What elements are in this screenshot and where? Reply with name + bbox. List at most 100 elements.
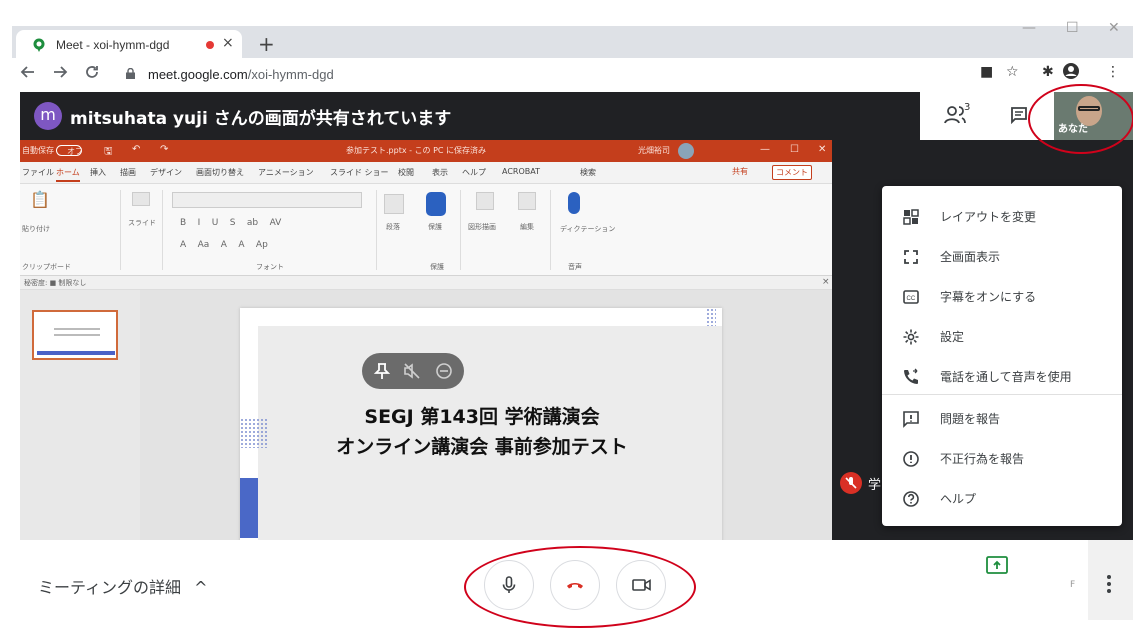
ppt-sensitivity-bar: 秘密度: ■ 制限なし × <box>20 276 832 290</box>
slide-dot-pattern <box>240 418 268 448</box>
menu-item-settings[interactable]: 設定 <box>882 318 1122 358</box>
ppt-undo-icon: ↶ <box>132 144 141 155</box>
chrome-menu-icon[interactable]: ⋮ <box>1106 64 1120 80</box>
menu-item-label: 設定 <box>940 330 965 344</box>
presenter-avatar: m <box>34 102 62 130</box>
menu-item-change-layout[interactable]: レイアウトを変更 <box>882 198 1122 238</box>
menu-item-report-abuse[interactable]: 不正行為を報告 <box>882 440 1122 480</box>
ppt-ribbon-tabs: ファイル ホーム 挿入 描画 デザイン 画面切り替え アニメーション スライド … <box>20 162 832 184</box>
mute-presenter-icon[interactable] <box>402 361 422 381</box>
screen: Meet - xoi-hymm-dgd × + — ☐ ✕ meet.googl… <box>0 0 1133 630</box>
new-tab-button[interactable]: + <box>258 32 275 56</box>
ppt-tab: ファイル <box>22 168 54 177</box>
presentation-banner: m mitsuhata yuji さんの画面が共有されています <box>20 92 922 140</box>
menu-item-label: 全画面表示 <box>940 250 1001 264</box>
reload-icon[interactable] <box>84 64 100 80</box>
ppt-drawing-label: 図形描画 <box>468 223 496 231</box>
browser-tab[interactable]: Meet - xoi-hymm-dgd × <box>16 30 242 60</box>
star-icon[interactable]: ☆ <box>1006 64 1019 80</box>
participant-tile-label: 学 <box>868 478 882 493</box>
ppt-minimize-icon: — <box>760 144 770 155</box>
menu-item-label: 不正行為を報告 <box>940 452 1025 466</box>
ppt-protect-label: 保護 <box>428 223 442 231</box>
ppt-paste-icon: 📋 <box>30 190 50 209</box>
ppt-tab: アニメーション <box>258 168 314 177</box>
menu-item-help[interactable]: ヘルプ <box>882 480 1122 520</box>
menu-item-label: 問題を報告 <box>940 412 1001 426</box>
ppt-file-title: 参加テスト.pptx - この PC に保存済み <box>346 146 487 155</box>
ppt-title-bar: 自動保存 オフ 🖫 ↶ ↷ 参加テスト.pptx - この PC に保存済み 光… <box>20 140 832 162</box>
ppt-new-slide-icon <box>132 192 150 206</box>
ppt-font-name-box <box>172 192 362 208</box>
tab-close-button[interactable]: × <box>222 35 234 51</box>
ppt-voice-label: 音声 <box>568 263 582 271</box>
ppt-tab: デザイン <box>150 168 182 177</box>
help-icon <box>903 491 919 507</box>
more-options-menu: レイアウトを変更 全画面表示 CC 字幕をオンにする 設定 電話を通して音声を使… <box>882 186 1122 526</box>
annotation-oval-call-controls <box>464 546 696 628</box>
tab-title: Meet - xoi-hymm-dgd <box>56 38 170 52</box>
ppt-font-color-buttons: A Aa A A Ap <box>180 240 268 250</box>
menu-item-label: ヘルプ <box>940 492 977 506</box>
captions-icon: CC <box>903 290 919 304</box>
ppt-tab: ACROBAT <box>502 167 540 176</box>
slide-blue-accent <box>240 478 258 538</box>
meet-favicon-icon <box>33 38 45 52</box>
ppt-save-icon: 🖫 <box>104 146 113 157</box>
ppt-dictation-label: ディクテーション <box>560 225 616 233</box>
maximize-icon[interactable]: ☐ <box>1066 20 1079 36</box>
remove-icon[interactable] <box>434 361 454 381</box>
menu-item-label: 字幕をオンにする <box>940 290 1037 304</box>
ppt-autosave-state: オフ <box>67 147 83 156</box>
menu-item-label: 電話を通して音声を使用 <box>940 370 1072 384</box>
ppt-edit-label: 編集 <box>520 223 534 231</box>
thumb-blue-bar <box>37 351 115 355</box>
recording-indicator-icon <box>206 41 214 49</box>
ppt-slide-canvas: SEGJ 第143回 学術講演会 オンライン講演会 事前参加テスト <box>140 290 832 540</box>
menu-item-captions[interactable]: CC 字幕をオンにする <box>882 278 1122 318</box>
people-count: 3 <box>964 102 971 113</box>
report-issue-icon <box>903 411 919 428</box>
forward-icon[interactable] <box>52 64 68 80</box>
ppt-tab-active: ホーム <box>56 167 80 182</box>
more-options-icon[interactable] <box>1106 574 1112 594</box>
ppt-tab-search: 検索 <box>580 168 596 177</box>
minimize-icon[interactable]: — <box>1022 20 1036 36</box>
ppt-redo-icon: ↷ <box>160 144 169 155</box>
annotation-oval-self-view <box>1028 84 1133 154</box>
ppt-slide-label: スライド <box>128 219 156 227</box>
ppt-clipboard-label: クリップボード <box>22 263 71 271</box>
slide-title-line1: SEGJ 第143回 学術講演会 <box>364 406 600 428</box>
present-now-icon[interactable] <box>986 556 1008 574</box>
pin-icon[interactable] <box>372 361 392 381</box>
chat-icon[interactable] <box>1010 106 1028 124</box>
meeting-details-button[interactable]: ミーティングの詳細 ^ <box>38 574 208 598</box>
shared-screen-powerpoint: 自動保存 オフ 🖫 ↶ ↷ 参加テスト.pptx - この PC に保存済み 光… <box>20 140 832 540</box>
layout-icon <box>903 209 919 225</box>
report-abuse-icon <box>903 451 919 467</box>
ppt-tab: 表示 <box>432 168 448 177</box>
ppt-sensitivity-label: 秘密度: ■ 制限なし <box>24 279 87 287</box>
ppt-font-buttons: B I U S ab AV <box>180 218 282 228</box>
profile-icon[interactable] <box>1062 62 1080 80</box>
url-bar[interactable]: meet.google.com/xoi-hymm-dgd <box>122 63 952 87</box>
ribbon-separator <box>376 190 377 270</box>
close-window-icon[interactable]: ✕ <box>1108 20 1120 36</box>
menu-item-phone-audio[interactable]: 電話を通して音声を使用 <box>882 358 1122 398</box>
menu-item-fullscreen[interactable]: 全画面表示 <box>882 238 1122 278</box>
ribbon-separator <box>460 190 461 270</box>
phone-icon <box>904 368 918 384</box>
slide-title-line2: オンライン講演会 事前参加テスト <box>336 436 628 458</box>
ppt-tab: 挿入 <box>90 168 106 177</box>
camera-indicator-icon[interactable]: ■ <box>980 64 993 80</box>
ppt-protect-group-label: 保護 <box>430 263 444 271</box>
ppt-sensitivity-close-icon: × <box>822 277 830 287</box>
url-path: /xoi-hymm-dgd <box>247 67 334 82</box>
participant-mic-off-icon <box>840 472 862 494</box>
bottom-small-text: F <box>1070 580 1076 590</box>
back-icon[interactable] <box>20 64 36 80</box>
menu-item-report-problem[interactable]: 問題を報告 <box>882 400 1122 440</box>
ppt-share-button: 共有 <box>732 167 748 176</box>
extensions-icon[interactable]: ✱ <box>1042 64 1054 80</box>
meeting-details-label: ミーティングの詳細 <box>38 578 182 597</box>
